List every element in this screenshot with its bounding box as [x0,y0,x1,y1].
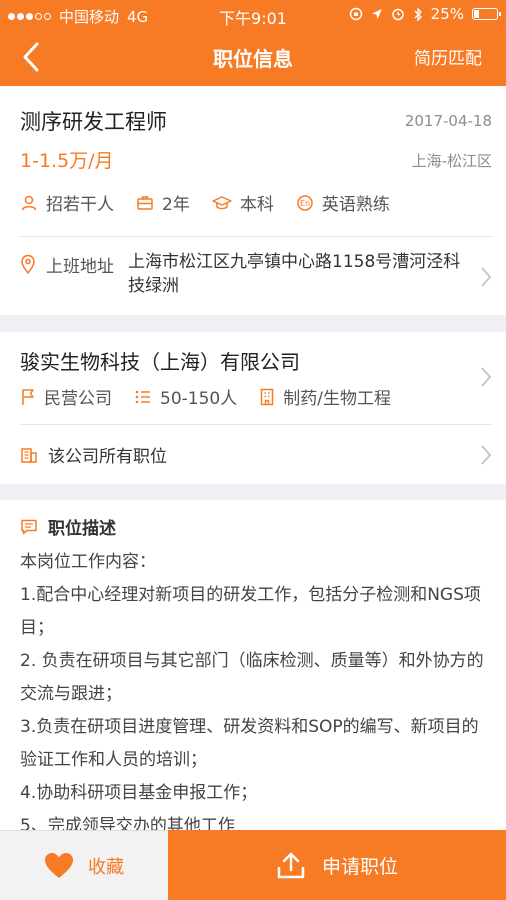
graduation-cap-icon [212,195,232,209]
apply-button[interactable]: 申请职位 [168,830,506,900]
job-card: 测序研发工程师 2017-04-18 1-1.5万/月 上海-松江区 招若干人 … [0,86,506,315]
requirement-label: 本科 [239,195,274,215]
upload-icon [277,852,305,879]
bluetooth-icon [414,6,422,22]
requirement-label: 2年 [162,195,190,215]
status-bar: 中国移动 4G 下午9:01 25% [0,0,506,30]
job-salary: 1-1.5万/月 [20,150,114,172]
divider [20,236,492,237]
building-icon [260,388,274,405]
bottom-action-bar: 收藏 申请职位 [0,830,506,900]
company-all-jobs-link[interactable]: 该公司所有职位 [20,442,167,467]
navbar: 职位信息 简历匹配 [0,30,506,86]
description-heading: 职位描述 [20,514,116,539]
job-date: 2017-04-18 [404,112,492,130]
briefcase-icon [137,195,153,210]
list-icon [135,390,150,403]
work-address-row[interactable]: 上班地址 上海市松江区九亭镇中心路1158号漕河泾科技绿洲 [20,252,462,298]
header: 中国移动 4G 下午9:01 25% 职位信息 简历匹配 [0,0,506,86]
description-line: 本岗位工作内容： [20,552,156,572]
description-heading-label: 职位描述 [48,519,116,539]
description-line: 4.协助科研项目基金申报工作； [20,783,258,803]
company-industry: 制药/生物工程 [259,384,391,409]
orientation-lock-icon [349,7,362,21]
company-type-label: 民营公司 [44,389,112,409]
all-jobs-label: 该公司所有职位 [48,447,167,467]
alarm-icon [391,8,404,21]
requirement-experience: 2年 [136,190,190,215]
resume-match-button[interactable]: 简历匹配 [414,44,482,69]
description-line: 2. 负责在研项目与其它部门（临床检测、质量等）和外协方的交流与跟进； [20,651,484,704]
company-industry-label: 制药/生物工程 [283,389,391,409]
battery-fill [474,10,479,18]
chevron-right-icon [481,367,492,387]
description-line: 3.负责在研项目进度管理、研发资料和SOP的编写、新项目的验证工作和人员的培训； [20,717,479,770]
language-icon: En [297,194,313,211]
app: 中国移动 4G 下午9:01 25% 职位信息 简历匹配 测序研发工程师 201… [0,0,506,900]
favorite-label: 收藏 [88,856,124,878]
status-right: 25% [349,5,501,23]
requirement-education: 本科 [212,190,274,215]
heart-icon [45,853,73,878]
description-line: 1.配合中心经理对新项目的研发工作，包括分子检测和NGS项目； [20,585,481,638]
description-card: 职位描述 本岗位工作内容： 1.配合中心经理对新项目的研发工作，包括分子检测和N… [0,500,506,830]
chevron-right-icon [481,445,492,465]
company-type: 民营公司 [20,384,112,409]
building-icon [21,447,37,463]
address-value: 上海市松江区九亭镇中心路1158号漕河泾科技绿洲 [128,252,461,296]
divider [20,424,492,425]
requirement-language: En 英语熟练 [296,190,390,215]
favorite-button[interactable]: 收藏 [0,830,168,900]
flag-icon [22,388,34,405]
address-label: 上班地址 [46,257,114,277]
company-name: 骏实生物科技（上海）有限公司 [20,350,300,374]
apply-label: 申请职位 [321,855,398,878]
company-card[interactable]: 骏实生物科技（上海）有限公司 民营公司 50-150人 制药/生物工程 该公司所… [0,332,506,484]
job-location: 上海-松江区 [411,152,492,170]
company-info: 民营公司 50-150人 制药/生物工程 [20,384,413,409]
person-icon [21,195,37,210]
battery-icon [472,8,501,20]
job-title: 测序研发工程师 [20,110,167,134]
svg-text:En: En [300,199,310,208]
job-requirements: 招若干人 2年 本科 En 英语熟练 [20,190,412,215]
description-body: 本岗位工作内容： 1.配合中心经理对新项目的研发工作，包括分子检测和NGS项目；… [20,546,486,830]
chevron-right-icon [481,267,492,287]
description-line: 5、完成领导交办的其他工作 [20,816,235,830]
company-size-label: 50-150人 [160,389,238,409]
battery-percent: 25% [430,5,464,23]
map-pin-icon [21,254,35,274]
requirement-headcount: 招若干人 [20,190,114,215]
company-size: 50-150人 [134,384,237,409]
requirement-label: 英语熟练 [321,195,390,215]
comment-icon [21,519,37,534]
location-icon [371,9,382,19]
requirement-label: 招若干人 [46,195,114,215]
